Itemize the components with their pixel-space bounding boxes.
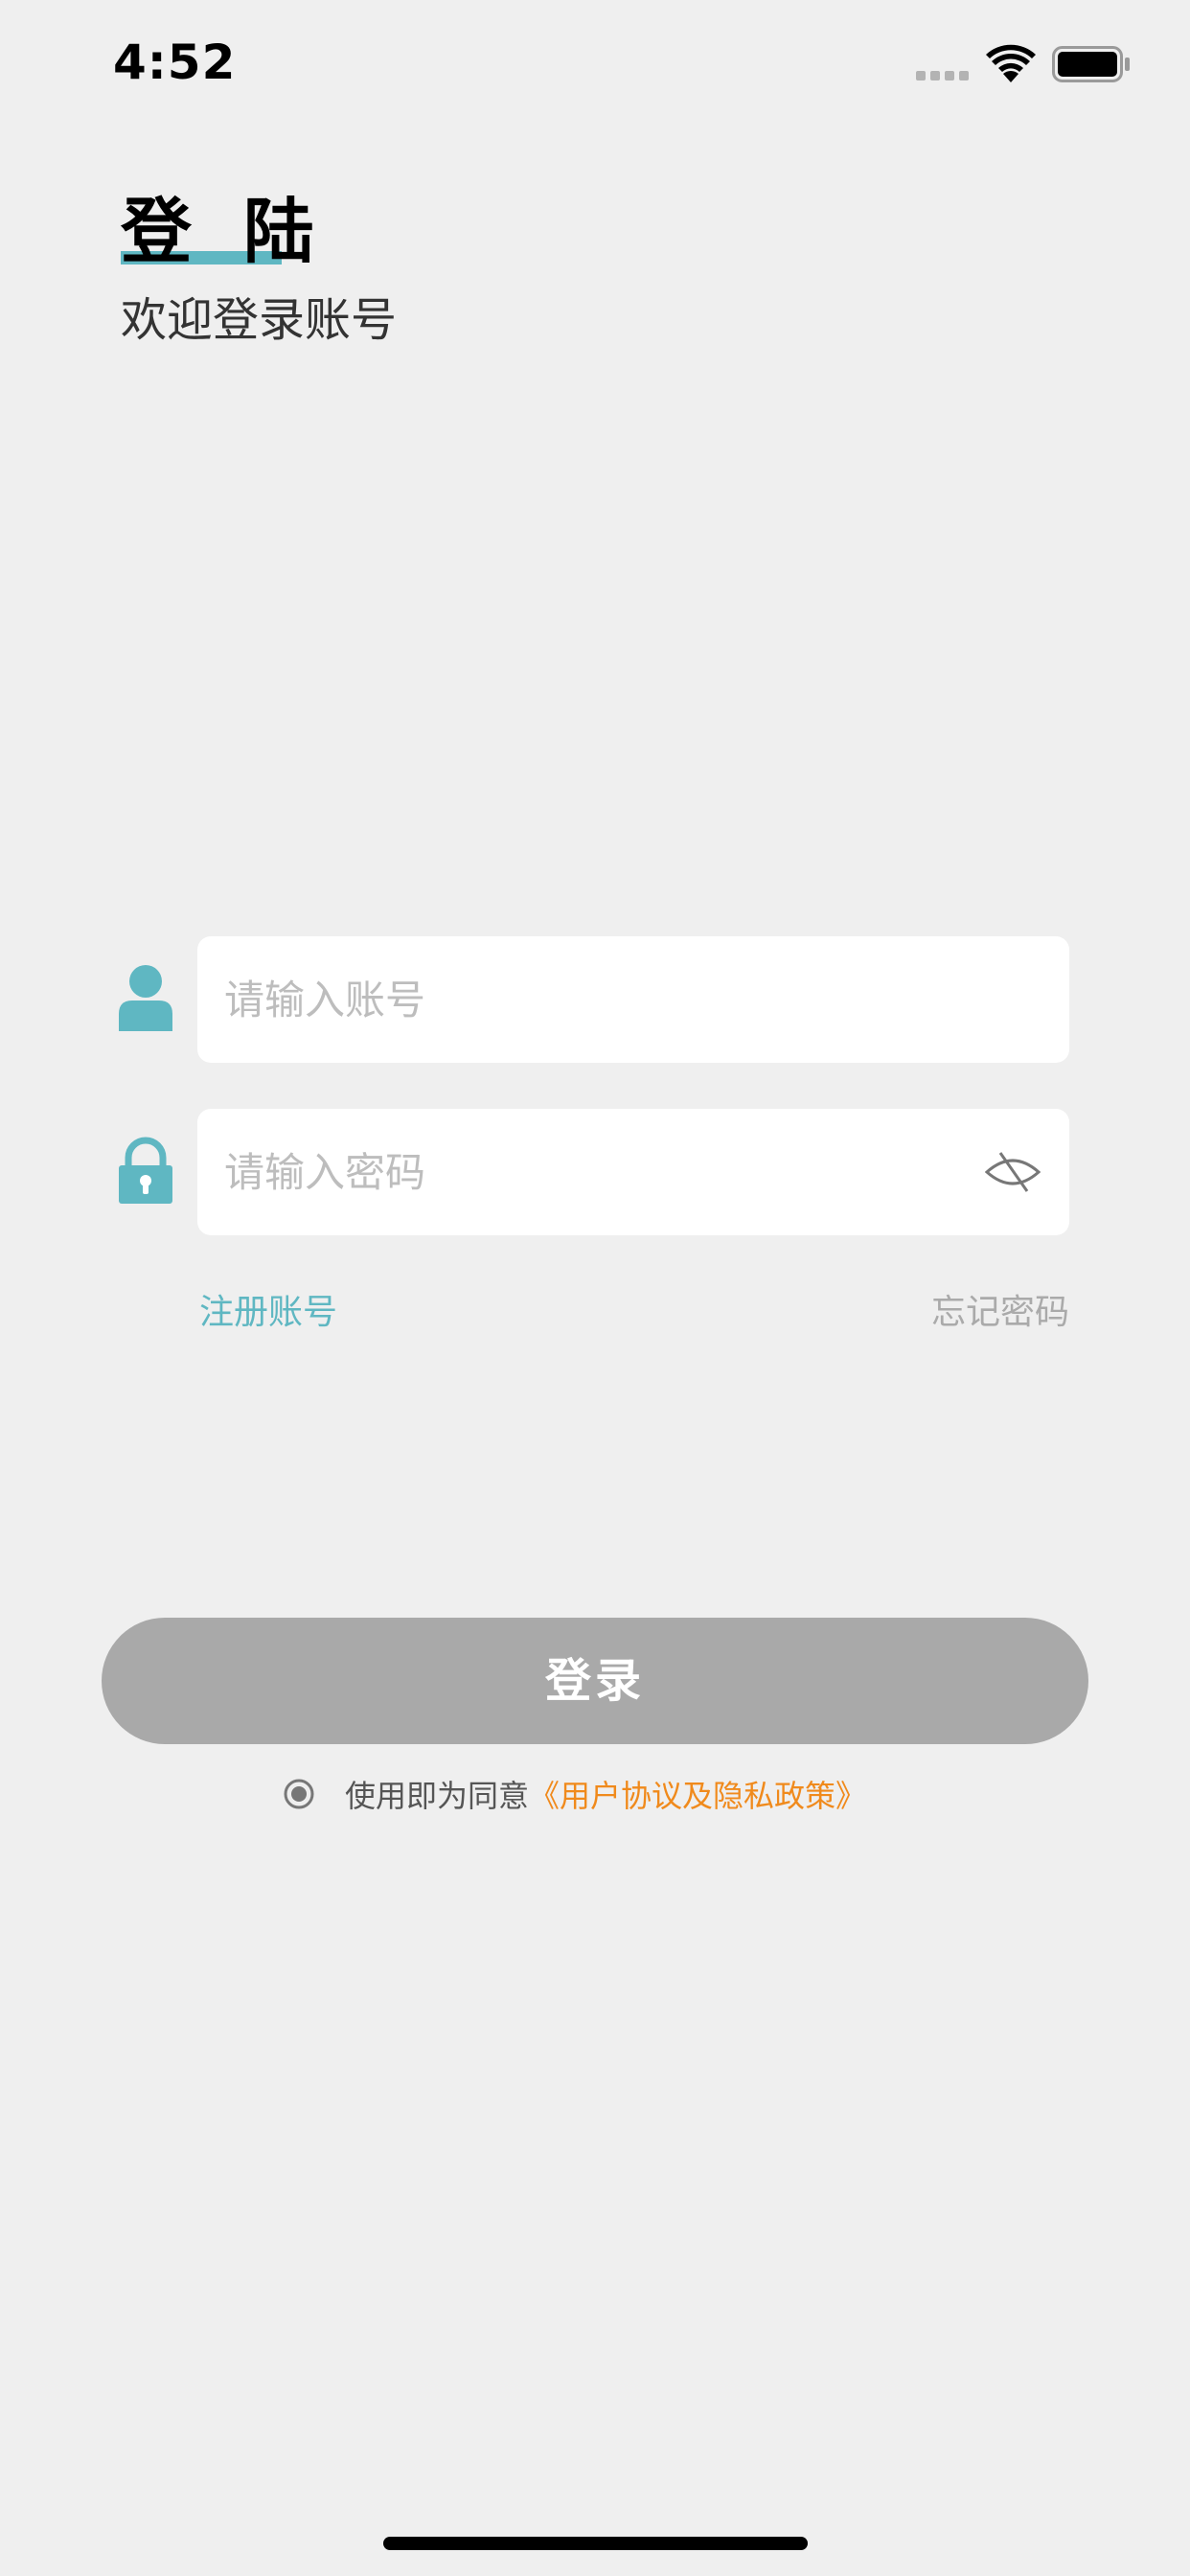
agreement-radio[interactable]: [284, 1779, 314, 1809]
password-field[interactable]: [197, 1109, 1069, 1235]
register-link[interactable]: 注册账号: [199, 1284, 337, 1334]
wifi-icon: [986, 44, 1036, 82]
user-icon: [119, 965, 172, 1031]
cellular-signal-icon: [916, 71, 970, 80]
home-indicator[interactable]: [383, 2537, 808, 2550]
password-input[interactable]: [224, 1109, 952, 1235]
status-time: 4:52: [113, 34, 237, 90]
forgot-password-link[interactable]: 忘记密码: [931, 1284, 1069, 1334]
account-input[interactable]: [224, 936, 952, 1063]
page-subtitle: 欢迎登录账号: [121, 293, 398, 347]
agreement-policy-link[interactable]: 《用户协议及隐私政策》: [529, 1778, 866, 1814]
agreement-prefix: 使用即为同意: [345, 1778, 530, 1814]
lock-icon: [119, 1137, 172, 1204]
page-title: 登 陆: [121, 192, 314, 272]
account-field[interactable]: [197, 936, 1069, 1063]
page-title-text: 登 陆: [121, 191, 328, 273]
login-button[interactable]: 登录: [102, 1618, 1088, 1744]
agreement-text: 使用即为同意《用户协议及隐私政策》: [345, 1775, 866, 1817]
battery-icon: [1052, 46, 1130, 82]
eye-hidden-icon[interactable]: [985, 1149, 1041, 1195]
